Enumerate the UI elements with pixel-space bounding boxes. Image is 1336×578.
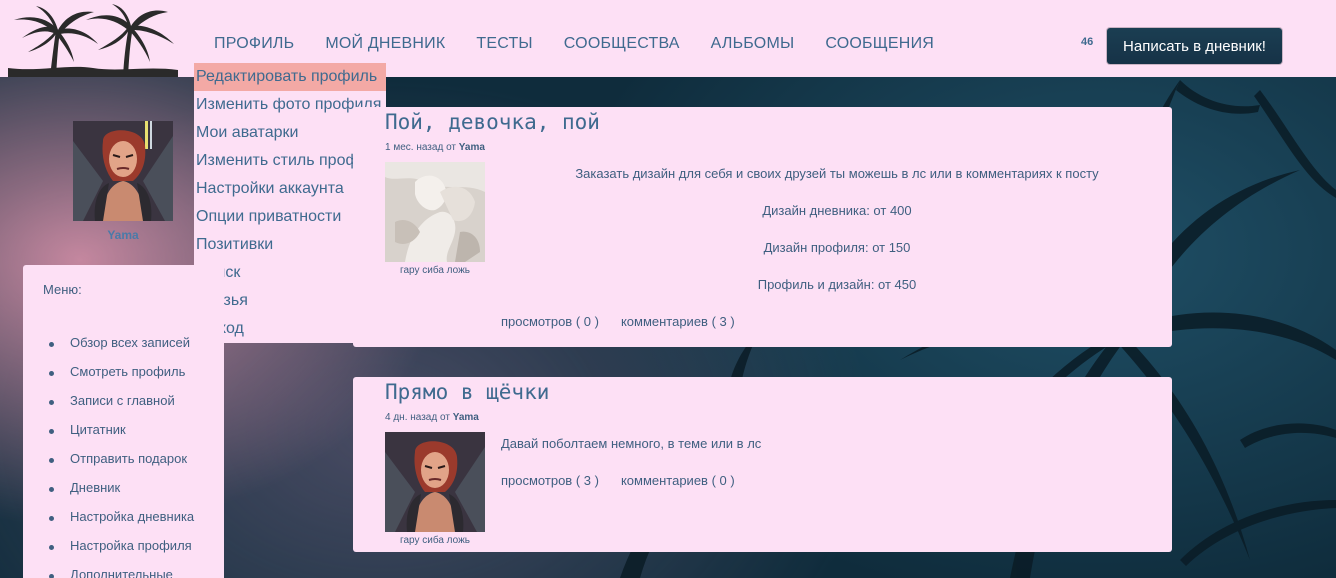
menu-item-send-gift[interactable]: Отправить подарок: [43, 451, 194, 480]
dropdown-edit-profile[interactable]: Редактировать профиль: [194, 63, 386, 91]
views-link[interactable]: просмотров ( 0 ): [501, 314, 599, 329]
menu-item-diary-settings[interactable]: Настройка дневника: [43, 509, 194, 538]
nav-profile[interactable]: ПРОФИЛЬ: [214, 35, 294, 53]
post-meta: 1 мес. назад от Yama: [385, 142, 485, 153]
post-thumbnail[interactable]: [385, 432, 485, 532]
nav-tests[interactable]: ТЕСТЫ: [476, 35, 532, 53]
menu-item-front-posts[interactable]: Записи с главной: [43, 393, 194, 422]
post-author[interactable]: Yama: [453, 412, 479, 423]
menu-item-diary[interactable]: Дневник: [43, 480, 194, 509]
avatar-image: [73, 121, 173, 221]
avatar[interactable]: [73, 121, 173, 221]
bullet-icon: [49, 516, 54, 521]
nav-albums[interactable]: АЛЬБОМЫ: [711, 35, 795, 53]
avatar-image: [385, 432, 485, 532]
nav-my-diary[interactable]: МОЙ ДНЕВНИК: [325, 35, 445, 53]
post-stats: просмотров ( 3 ) комментариев ( 0 ): [501, 473, 757, 488]
comments-link[interactable]: комментариев ( 0 ): [621, 473, 735, 488]
bullet-icon: [49, 371, 54, 376]
menu-title: Меню:: [43, 282, 82, 297]
post-thumbnail[interactable]: [385, 162, 485, 262]
main-nav: ПРОФИЛЬ МОЙ ДНЕВНИК ТЕСТЫ СООБЩЕСТВА АЛЬ…: [214, 35, 965, 53]
bullet-icon: [49, 458, 54, 463]
menu-item-profile-settings[interactable]: Настройка профиля: [43, 538, 194, 567]
nav-communities[interactable]: СООБЩЕСТВА: [564, 35, 680, 53]
bullet-icon: [49, 545, 54, 550]
post-line: Профиль и дизайн: от 450: [757, 277, 917, 292]
post-line: Заказать дизайн для себя и своих друзей …: [575, 166, 1099, 181]
menu-item-additional[interactable]: Дополнительные: [43, 567, 194, 578]
post-title[interactable]: Пой, девочка, пой: [385, 110, 600, 134]
post-line: Дизайн профиля: от 150: [763, 240, 911, 255]
statue-image: [385, 162, 485, 262]
post-text: Давай поболтаем немного, в теме или в лс: [501, 436, 762, 451]
menu-item-all-posts[interactable]: Обзор всех записей: [43, 335, 194, 364]
sidebar-username[interactable]: Yama: [73, 228, 173, 242]
menu-list: Обзор всех записей Смотреть профиль Запи…: [43, 335, 194, 578]
menu-item-quotes[interactable]: Цитатник: [43, 422, 194, 451]
comments-link[interactable]: комментариев ( 3 ): [621, 314, 735, 329]
post-line: Дизайн дневника: от 400: [762, 203, 912, 218]
thumbnail-caption: гару сиба ложь: [400, 265, 470, 276]
palm-logo-icon[interactable]: [8, 4, 178, 77]
post-card: Пой, девочка, пой 1 мес. назад от Yama г…: [353, 107, 1172, 347]
thumbnail-caption: гару сиба ложь: [400, 535, 470, 546]
views-link[interactable]: просмотров ( 3 ): [501, 473, 599, 488]
menu-item-view-profile[interactable]: Смотреть профиль: [43, 364, 194, 393]
post-title[interactable]: Прямо в щёчки: [385, 380, 549, 404]
sidebar-menu: Меню: Обзор всех записей Смотреть профил…: [23, 265, 224, 578]
post-author[interactable]: Yama: [459, 142, 485, 153]
post-meta: 4 дн. назад от Yama: [385, 412, 479, 423]
bullet-icon: [49, 400, 54, 405]
post-stats: просмотров ( 0 ) комментариев ( 3 ): [501, 314, 757, 329]
nav-messages[interactable]: СООБЩЕНИЯ: [825, 35, 934, 53]
bullet-icon: [49, 429, 54, 434]
post-card: Прямо в щёчки 4 дн. назад от Yama гару с…: [353, 377, 1172, 552]
bullet-icon: [49, 342, 54, 347]
notification-counter[interactable]: 46: [1081, 36, 1093, 48]
write-diary-button[interactable]: Написать в дневник!: [1107, 28, 1282, 64]
bullet-icon: [49, 574, 54, 578]
bullet-icon: [49, 487, 54, 492]
